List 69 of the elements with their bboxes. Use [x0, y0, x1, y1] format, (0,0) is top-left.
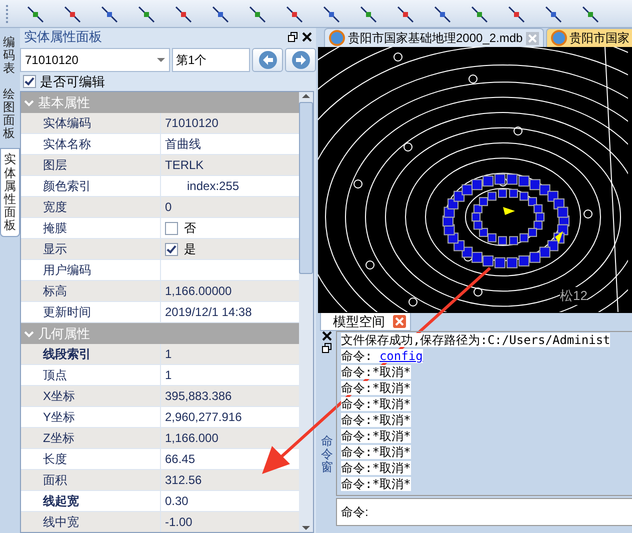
command-input[interactable]: 命令:	[336, 498, 632, 526]
property-value: -1.00	[165, 515, 192, 529]
property-name: 面积	[43, 472, 67, 488]
property-name: 用户编码	[43, 262, 91, 278]
scrollbar[interactable]	[299, 92, 313, 532]
property-value: TERLK	[165, 158, 204, 172]
property-value: 首曲线	[165, 136, 201, 152]
map-label: 松12	[560, 287, 588, 305]
command-link[interactable]: config	[379, 349, 423, 363]
chevron-icon	[24, 328, 34, 338]
editable-checkbox[interactable]	[23, 75, 36, 88]
side-tab[interactable]: 绘图面板	[0, 84, 18, 144]
side-tab[interactable]: 编码表	[0, 32, 18, 80]
property-name: Z坐标	[43, 430, 74, 446]
property-name: 显示	[43, 240, 67, 258]
panel-title: 实体属性面板	[24, 28, 102, 46]
property-name: 长度	[43, 450, 67, 468]
code-select[interactable]: 71010120	[20, 48, 170, 72]
document-tab[interactable]: 贵阳市国家	[546, 28, 632, 47]
property-name: Y坐标	[43, 408, 76, 426]
layout-tab[interactable]: 模型空间	[320, 313, 411, 331]
next-button[interactable]	[285, 48, 316, 72]
property-value: 0.30	[165, 494, 188, 508]
property-name: 颜色索引	[43, 178, 91, 194]
property-value: 是	[184, 240, 196, 258]
document-tab[interactable]: 贵阳市国家基础地理2000_2.mdb	[324, 28, 544, 47]
property-value: 1,166.00000	[165, 284, 232, 298]
globe-icon	[550, 30, 567, 46]
property-name: 更新时间	[43, 304, 91, 320]
property-name: 图层	[43, 156, 67, 174]
property-value: 2,960,277.916	[165, 410, 242, 424]
property-name: 实体编码	[43, 114, 91, 132]
float-icon[interactable]	[322, 343, 332, 353]
scroll-up-icon[interactable]	[302, 92, 310, 100]
globe-icon	[329, 30, 345, 46]
property-name: 线起宽	[43, 492, 79, 510]
property-name: X坐标	[43, 388, 76, 404]
float-icon[interactable]	[288, 32, 298, 42]
property-value: index:255	[186, 179, 240, 193]
side-tab[interactable]: 实体属性面板	[0, 148, 20, 238]
command-window-label: 命令窗	[321, 435, 333, 475]
property-name: 标高	[43, 282, 67, 300]
property-value: 312.56	[165, 473, 202, 487]
previous-button[interactable]	[252, 48, 283, 72]
property-name: 掩膜	[43, 220, 67, 236]
chevron-icon	[24, 98, 34, 108]
scroll-down-icon[interactable]	[302, 524, 310, 532]
property-checkbox[interactable]	[165, 222, 178, 234]
property-value: 1	[165, 368, 172, 382]
property-name: 实体名称	[43, 136, 91, 152]
property-name: 顶点	[43, 366, 67, 384]
property-name: 宽度	[43, 198, 67, 216]
property-value: 1,166.000	[165, 431, 218, 445]
close-icon[interactable]	[322, 331, 332, 341]
property-value: 71010120	[165, 116, 218, 130]
property-name: 线中宽	[43, 514, 79, 530]
property-name: 线段索引	[43, 346, 91, 362]
property-value: 1	[165, 347, 172, 361]
property-value: 66.45	[165, 452, 196, 466]
property-value: 2019/12/1 14:38	[165, 305, 252, 319]
close-icon[interactable]	[302, 32, 312, 42]
index-field[interactable]: 第1个	[172, 48, 250, 72]
property-value: 395,883.386	[165, 389, 232, 403]
caret-icon	[157, 58, 165, 62]
property-checkbox[interactable]	[165, 242, 178, 256]
property-value: 否	[184, 220, 196, 236]
map-canvas[interactable]: 松12	[318, 47, 632, 313]
editable-label: 是否可编辑	[40, 72, 105, 90]
property-value: 0	[165, 200, 172, 214]
